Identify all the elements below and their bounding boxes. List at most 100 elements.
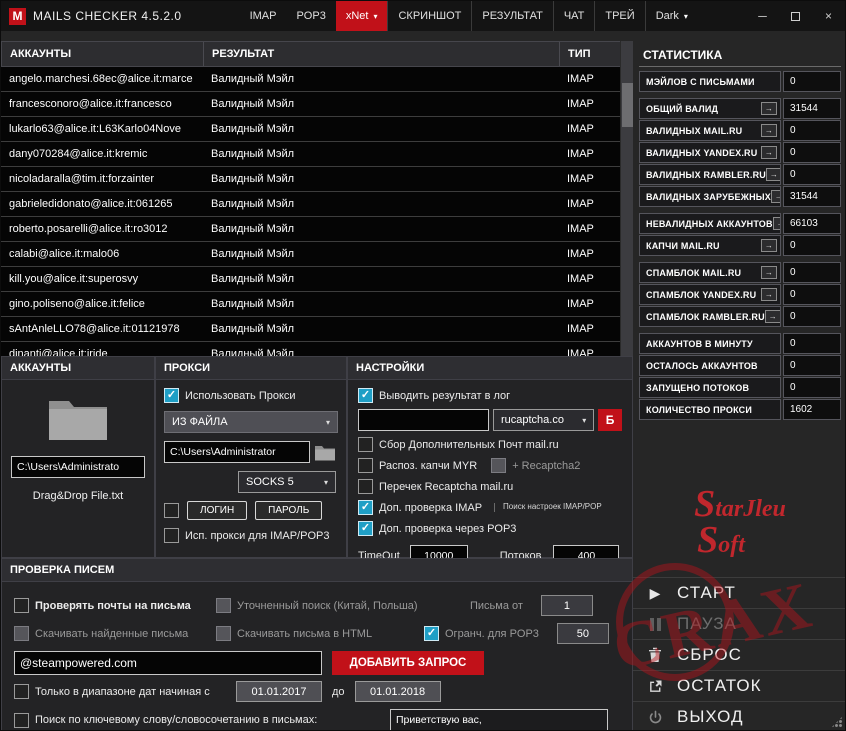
cell-account: sAntAnleLLO78@alice.it:01121978 [1,323,203,335]
table-row[interactable]: calabi@alice.it:malo06 Валидный Мэйл IMA… [1,242,633,267]
window-controls: ─ × [746,1,845,31]
add-query-button[interactable]: ДОБАВИТЬ ЗАПРОС [332,651,484,675]
recognize-captcha-checkbox[interactable]: Распоз. капчи MYR [358,458,477,473]
pop3-limit-field[interactable]: 50 [557,623,609,644]
cell-account: roberto.posarelli@alice.it:ro3012 [1,223,203,235]
query-field[interactable]: @steampowered.com [14,651,322,675]
balance-button[interactable]: Б [598,409,622,431]
table-scrollbar[interactable] [620,41,633,356]
download-html-checkbox[interactable]: Скачивать письма в HTML [216,626,412,641]
folder-icon[interactable] [47,396,109,442]
captcha-service-select[interactable]: rucaptcha.co ▾ [493,409,594,431]
keyword-search-checkbox[interactable]: Поиск по ключевому слову/словосочетанию … [14,713,390,728]
xnet-menu-button[interactable]: xNet ▾ [336,1,388,31]
column-header-accounts[interactable]: АККАУНТЫ [2,42,204,66]
keyword-field[interactable]: Приветствую вас, [390,709,608,731]
date-range-checkbox[interactable]: Только в диапазоне дат начиная с [14,684,236,699]
menu-item-screenshot[interactable]: СКРИНШОТ [387,1,471,31]
browse-folder-icon[interactable] [314,444,336,461]
menu-item-result[interactable]: РЕЗУЛЬТАТ [471,1,552,31]
export-arrow-icon[interactable]: → [761,266,777,279]
export-arrow-icon[interactable]: → [771,190,781,203]
stat-label: ВАЛИДНЫХ MAIL.RU → [639,120,781,141]
theme-select[interactable]: Dark ▾ [645,1,698,31]
checkbox-label: Перечек Recaptcha mail.ru [379,481,513,493]
close-button[interactable]: × [812,1,845,31]
letters-from-field[interactable]: 1 [541,595,593,616]
date-from-field[interactable]: 01.01.2017 [236,681,322,702]
maximize-button[interactable] [779,1,812,31]
export-arrow-icon[interactable]: → [761,124,777,137]
stat-row: МЭЙЛОВ С ПИСЬМАМИ 0 [639,71,841,92]
stat-row: АККАУНТОВ В МИНУТУ 0 [639,333,841,354]
password-button[interactable]: ПАРОЛЬ [255,501,322,520]
table-row[interactable]: nicoladaralla@tim.it:forzainter Валидный… [1,167,633,192]
stat-value: 0 [783,377,841,398]
download-found-checkbox[interactable]: Скачивать найденные письма [14,626,216,641]
menu-item-tray[interactable]: ТРЕЙ [594,1,644,31]
use-proxy-checkbox[interactable]: ✓ Использовать Прокси [164,388,338,403]
rest-button[interactable]: ОСТАТОК [633,670,846,701]
stat-row: ЗАПУЩЕНО ПОТОКОВ 0 [639,377,841,398]
pop3-check-checkbox[interactable]: ✓ Доп. проверка через POP3 [358,521,622,536]
table-row[interactable]: sAntAnleLLO78@alice.it:01121978 Валидный… [1,317,633,342]
stat-value: 0 [783,164,841,185]
checkbox-box-icon [216,598,231,613]
proxy-type-select[interactable]: SOCKS 5 ▾ [238,471,336,493]
stat-row: НЕВАЛИДНЫХ АККАУНТОВ → 66103 [639,213,841,234]
starjleu-soft-logo: StarJleu Soft [633,486,846,558]
table-row[interactable]: dinanti@alice.it:iride Валидный Мэйл IMA… [1,342,633,356]
check-mails-checkbox[interactable]: Проверять почты на письма [14,598,216,613]
table-row[interactable]: gino.poliseno@alice.it:felice Валидный М… [1,292,633,317]
start-button[interactable]: ▶ СТАРТ [633,577,846,608]
proxy-auth-checkbox[interactable] [164,503,179,518]
table-row[interactable]: gabrieledidonato@alice.it:061265 Валидны… [1,192,633,217]
table-row[interactable]: angelo.marchesi.68ec@alice.it:marce Вали… [1,67,633,92]
cell-account: dinanti@alice.it:iride [1,348,203,356]
log-output-checkbox[interactable]: ✓ Выводить результат в лог [358,388,622,403]
stat-value: 0 [783,262,841,283]
menu-item-pop3[interactable]: POP3 [286,1,335,31]
table-row[interactable]: roberto.posarelli@alice.it:ro3012 Валидн… [1,217,633,242]
export-arrow-icon[interactable]: → [773,217,781,230]
checkbox-label: Только в диапазоне дат начиная с [35,686,210,698]
menu-item-imap[interactable]: IMAP [240,1,287,31]
recaptcha2-checkbox[interactable]: + Recaptcha2 [491,458,580,473]
recheck-recaptcha-checkbox[interactable]: Перечек Recaptcha mail.ru [358,479,622,494]
table-row[interactable]: dany070284@alice.it:kremic Валидный Мэйл… [1,142,633,167]
refined-search-checkbox[interactable]: Уточненный поиск (Китай, Польша) [216,598,456,613]
export-arrow-icon[interactable]: → [766,168,781,181]
table-row[interactable]: francesconoro@alice.it:francesco Валидны… [1,92,633,117]
captcha-key-field[interactable] [358,409,489,431]
export-arrow-icon[interactable]: → [765,310,781,323]
table-row[interactable]: kill.you@alice.it:superosvy Валидный Мэй… [1,267,633,292]
login-button[interactable]: ЛОГИН [187,501,247,520]
file-path-field[interactable]: C:\Users\Administrato [11,456,145,478]
exit-button[interactable]: ВЫХОД [633,701,846,731]
stat-label: ВАЛИДНЫХ RAMBLER.RU → [639,164,781,185]
proxy-for-imap-checkbox[interactable]: Исп. прокси для IMAP/POP3 [164,528,338,543]
left-column: АККАУНТЫ РЕЗУЛЬТАТ ТИП angelo.marchesi.6… [1,31,633,731]
table-row[interactable]: lukarlo63@alice.it:L63Karlo04Nove Валидн… [1,117,633,142]
imap-check-checkbox[interactable]: ✓ Доп. проверка IMAP [358,500,482,515]
export-arrow-icon[interactable]: → [761,102,777,115]
statistics-title: СТАТИСТИКА [639,43,841,67]
reset-button[interactable]: СБРОС [633,639,846,670]
export-arrow-icon[interactable]: → [761,288,777,301]
export-arrow-icon[interactable]: → [761,239,777,252]
pause-button[interactable]: ПАУЗА [633,608,846,639]
menu-item-chat[interactable]: ЧАТ [553,1,595,31]
minimize-button[interactable]: ─ [746,1,779,31]
checkbox-box-icon: ✓ [358,500,373,515]
column-header-type[interactable]: ТИП [560,42,608,66]
checkbox-box-icon: ✓ [358,521,373,536]
proxy-source-select[interactable]: ИЗ ФАЙЛА ▾ [164,411,338,433]
date-to-field[interactable]: 01.01.2018 [355,681,441,702]
scrollbar-thumb[interactable] [622,83,633,127]
proxy-path-field[interactable]: C:\Users\Administrator [164,441,310,463]
stat-row: СПАМБЛОК RAMBLER.RU → 0 [639,306,841,327]
collect-mails-checkbox[interactable]: Сбор Дополнительных Почт mail.ru [358,437,622,452]
export-arrow-icon[interactable]: → [761,146,777,159]
pop3-limit-checkbox[interactable]: ✓ Огранч. для POP3 [424,626,539,641]
column-header-result[interactable]: РЕЗУЛЬТАТ [204,42,560,66]
